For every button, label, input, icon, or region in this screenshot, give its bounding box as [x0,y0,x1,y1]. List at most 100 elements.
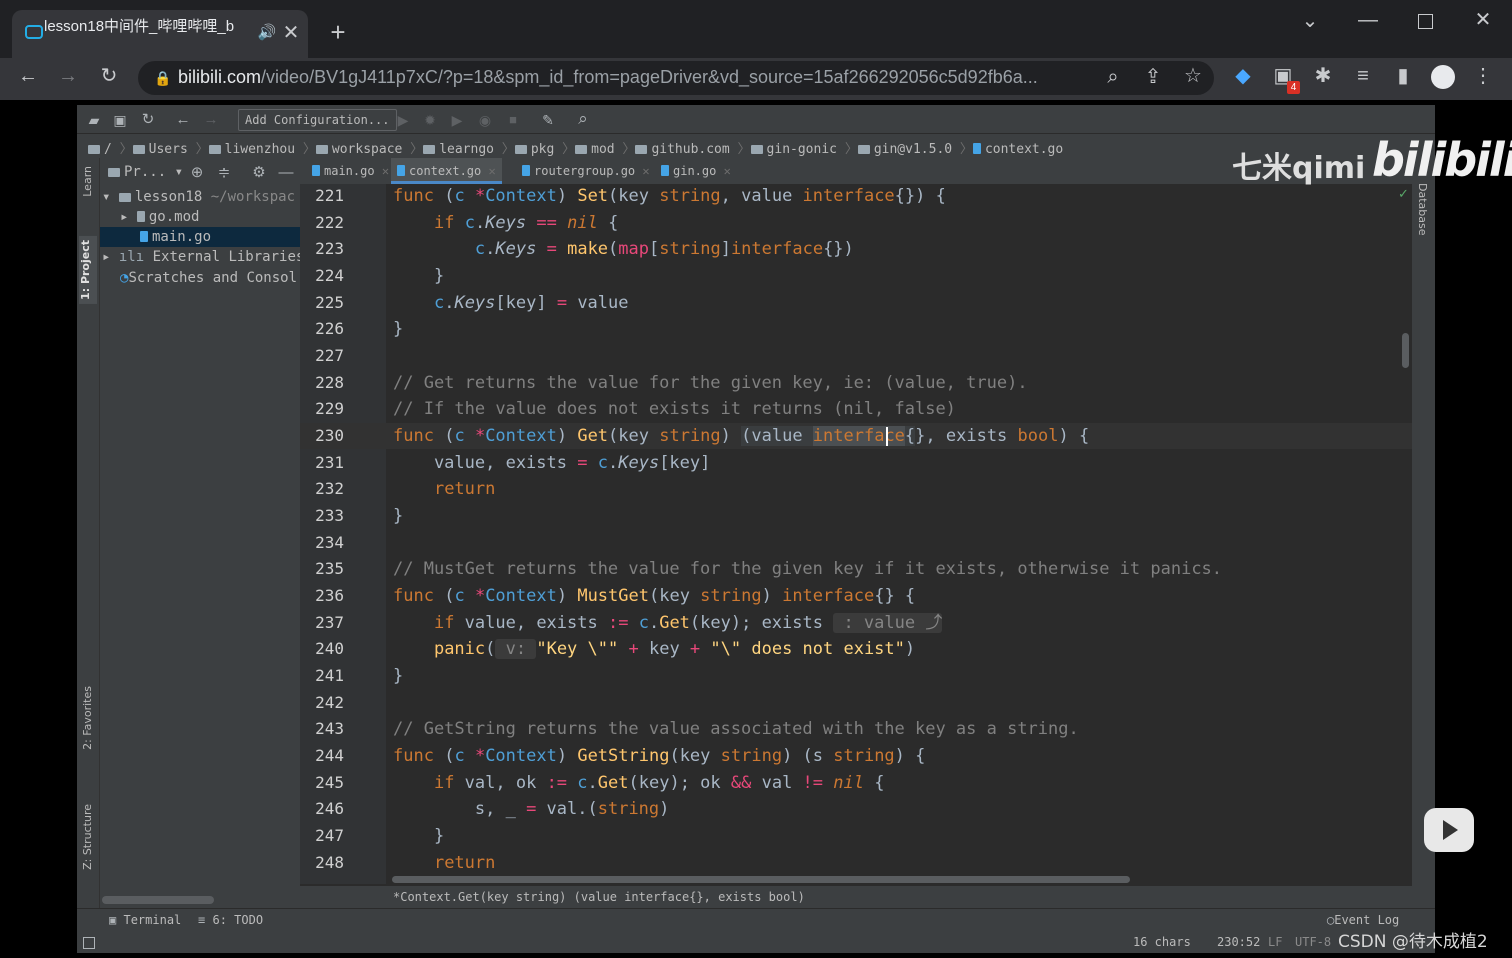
breadcrumb-gin-gonic[interactable]: gin-gonic [750,142,837,157]
line-number: 246 [315,799,344,818]
folder-icon [118,193,131,202]
coverage-icon[interactable]: ▶ [444,110,470,130]
go-file-icon [972,143,981,154]
maximize-icon[interactable] [1418,14,1433,29]
navigate-back-icon[interactable]: ← [170,110,196,130]
lock-icon[interactable]: 🔒 [150,68,176,88]
tab-close-icon[interactable]: ✕ [382,164,389,178]
bilibili-tab-icon [25,25,43,39]
line-number: 245 [315,773,344,792]
status-line-separator[interactable]: LF [1268,935,1282,949]
tree-item-main-go[interactable]: main.go [100,227,300,247]
todo-tool-button[interactable]: ≡ 6: TODO [198,913,263,927]
structure-tool-tab[interactable]: Z: Structure [81,804,94,870]
new-tab-icon[interactable]: + [325,19,351,45]
go-file-icon [661,165,669,176]
navigate-forward-icon[interactable]: → [198,110,224,130]
collapse-all-icon[interactable]: ≑ [211,163,237,183]
run-icon[interactable]: ▶ [390,110,416,130]
minimize-icon[interactable]: — [1355,10,1381,30]
inspection-ok-icon[interactable]: ✓ [1398,186,1409,202]
status-encoding[interactable]: UTF-8 [1295,935,1331,949]
tab-search-icon[interactable]: ⌄ [1297,11,1323,31]
back-icon[interactable]: ← [15,66,41,86]
editor-vertical-scrollbar[interactable] [1402,333,1409,368]
reading-list-icon[interactable]: ≡ [1350,66,1376,86]
learn-tool-tab[interactable]: Learn [81,166,94,197]
line-number: 222 [315,213,344,232]
reload-icon[interactable]: ↻ [96,66,122,86]
search-everywhere-icon[interactable]: ⌕ [570,109,596,129]
open-folder-icon[interactable]: ▰ [81,110,107,130]
editor-horizontal-scrollbar[interactable] [392,876,1130,883]
layout-toggle-icon[interactable] [83,937,95,949]
project-scrollbar[interactable] [102,896,214,904]
status-caret-position[interactable]: 230:52 [1217,935,1260,949]
terminal-icon: ▣ [109,913,117,927]
add-configuration-button[interactable]: Add Configuration... [238,109,397,131]
extensions-puzzle-icon[interactable]: ✱ [1310,66,1336,86]
tab-close-icon[interactable]: ✕ [724,164,731,178]
hide-panel-icon[interactable]: — [273,163,299,183]
go-file-icon [522,165,530,176]
breadcrumb: / 〉 Users 〉 liwenzhou 〉 workspace 〉 learngo … [88,138,1063,157]
tab-context-go[interactable]: context.go ✕ [391,158,502,184]
tab-routergroup-go[interactable]: routergroup.go ✕ [522,158,650,184]
breadcrumb-context-file[interactable]: context.go [972,142,1063,157]
locate-icon[interactable]: ⊕ [184,163,210,183]
database-tool-tab[interactable]: Database [1416,183,1429,236]
line-number: 247 [315,826,344,845]
play-button-icon[interactable] [1424,808,1474,852]
breadcrumb-learngo[interactable]: learngo [423,142,494,157]
stop-icon[interactable]: ■ [500,110,526,130]
project-view-selector[interactable]: Pr... ▾ [108,164,183,180]
line-number: 232 [315,479,344,498]
breadcrumb-gin-version[interactable]: gin@v1.5.0 [857,142,952,157]
tab-close-icon[interactable]: ✕ [488,164,495,178]
tab-audio-icon[interactable]: 🔊 [254,23,280,43]
code-line-245: if val, ok := c.Get(key); ok && val != n… [433,773,885,793]
extension-gem-icon[interactable]: ◆ [1230,66,1256,86]
code-line-244: func (c *Context) GetString(key string) … [393,746,926,766]
debug-icon[interactable]: ✹ [417,110,443,130]
save-icon[interactable]: ▣ [107,110,133,130]
favorites-tool-tab[interactable]: 2: Favorites [81,686,94,750]
folder-icon [88,145,100,154]
code-line-233: } [393,506,404,526]
sync-icon[interactable]: ↻ [135,110,161,130]
terminal-tool-button[interactable]: ▣ Terminal [109,913,181,927]
tab-close-icon[interactable]: ✕ [278,23,304,43]
line-number: 233 [315,506,344,525]
forward-icon[interactable]: → [55,66,81,86]
browser-menu-icon[interactable]: ⋮ [1470,66,1496,86]
bookmark-star-icon[interactable]: ☆ [1180,66,1206,86]
url-text[interactable]: bilibili.com/video/BV1gJ411p7xC/?p=18&sp… [178,67,1090,88]
breadcrumb-root[interactable]: / [88,142,112,157]
event-log-button[interactable]: ◯Event Log [1327,913,1399,927]
tab-gin-go[interactable]: gin.go ✕ [661,158,731,184]
line-number: 230 [315,426,344,445]
settings-wrench-icon[interactable]: ✎ [535,110,561,130]
zoom-icon[interactable]: ⌕ [1100,67,1126,87]
breadcrumb-mod[interactable]: mod [575,142,615,157]
profile-icon[interactable]: ◉ [472,110,498,130]
line-number: 221 [315,186,344,205]
gear-icon[interactable]: ⚙ [246,163,272,183]
window-close-icon[interactable]: ✕ [1470,10,1496,30]
side-panel-icon[interactable]: ▮ [1390,66,1416,86]
tree-item-external-libraries[interactable]: ▸ ılı External Libraries [100,247,300,267]
share-icon[interactable]: ⇪ [1140,67,1166,87]
tree-item-scratches[interactable]: ◔Scratches and Consol [100,268,300,288]
breadcrumb-liwenzhou[interactable]: liwenzhou [208,142,295,157]
breadcrumb-workspace[interactable]: workspace [315,142,402,157]
go-file-icon [397,165,405,176]
tree-item-go-mod[interactable]: ▸ go.mod [100,207,300,227]
breadcrumb-users[interactable]: Users [132,142,188,157]
tab-main-go[interactable]: main.go ✕ [312,158,389,184]
tab-close-icon[interactable]: ✕ [642,164,649,178]
breadcrumb-pkg[interactable]: pkg [514,142,554,157]
breadcrumb-github[interactable]: github.com [635,142,730,157]
project-tool-tab[interactable]: 1: Project [79,236,97,304]
profile-avatar[interactable] [1431,65,1455,89]
tree-item-lesson18[interactable]: ▾ lesson18 ~/workspac [100,187,300,207]
